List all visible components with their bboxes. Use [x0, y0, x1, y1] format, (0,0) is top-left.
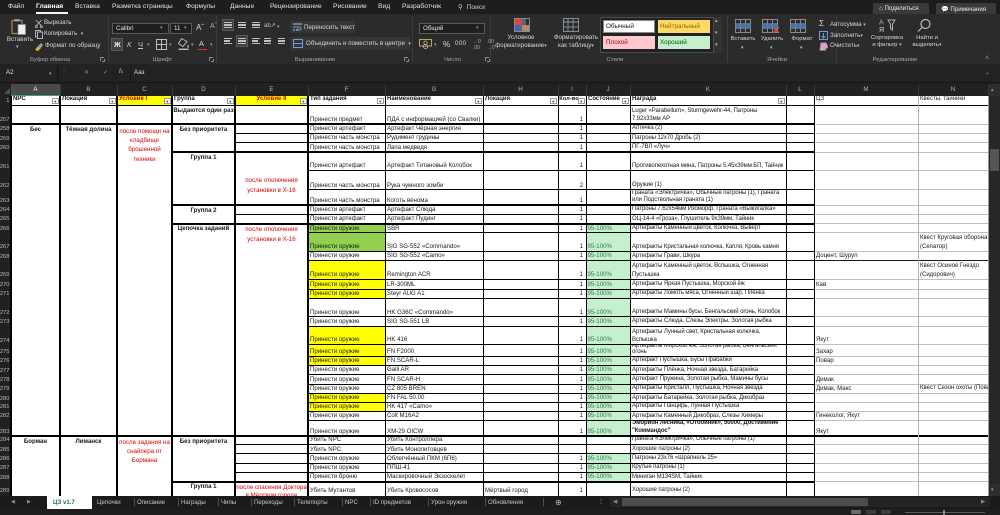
svg-text:А: А [879, 20, 884, 27]
svg-text:Я: Я [879, 27, 884, 33]
